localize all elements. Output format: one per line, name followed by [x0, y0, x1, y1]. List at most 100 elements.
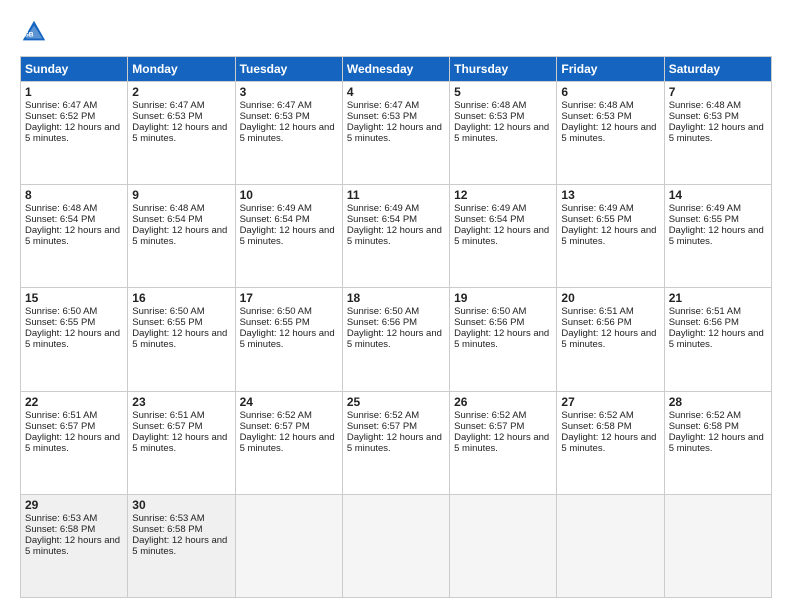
- sunset: Sunset: 6:57 PM: [25, 421, 95, 432]
- day-number: 26: [454, 395, 552, 409]
- calendar-cell: 2Sunrise: 6:47 AMSunset: 6:53 PMDaylight…: [128, 82, 235, 185]
- sunrise: Sunrise: 6:47 AM: [347, 100, 419, 111]
- day-number: 9: [132, 188, 230, 202]
- daylight: Daylight: 12 hours and 5 minutes.: [669, 122, 764, 144]
- calendar-cell: [557, 494, 664, 597]
- daylight: Daylight: 12 hours and 5 minutes.: [240, 122, 335, 144]
- daylight: Daylight: 12 hours and 5 minutes.: [454, 225, 549, 247]
- sunset: Sunset: 6:56 PM: [347, 317, 417, 328]
- sunset: Sunset: 6:52 PM: [25, 111, 95, 122]
- calendar-week-3: 15Sunrise: 6:50 AMSunset: 6:55 PMDayligh…: [21, 288, 772, 391]
- day-number: 1: [25, 85, 123, 99]
- calendar-cell: 1Sunrise: 6:47 AMSunset: 6:52 PMDaylight…: [21, 82, 128, 185]
- calendar-cell: 27Sunrise: 6:52 AMSunset: 6:58 PMDayligh…: [557, 391, 664, 494]
- sunrise: Sunrise: 6:47 AM: [240, 100, 312, 111]
- daylight: Daylight: 12 hours and 5 minutes.: [132, 122, 227, 144]
- calendar-week-5: 29Sunrise: 6:53 AMSunset: 6:58 PMDayligh…: [21, 494, 772, 597]
- daylight: Daylight: 12 hours and 5 minutes.: [669, 225, 764, 247]
- calendar-cell: 19Sunrise: 6:50 AMSunset: 6:56 PMDayligh…: [450, 288, 557, 391]
- sunset: Sunset: 6:54 PM: [25, 214, 95, 225]
- day-number: 22: [25, 395, 123, 409]
- calendar-cell: 28Sunrise: 6:52 AMSunset: 6:58 PMDayligh…: [664, 391, 771, 494]
- day-header-sunday: Sunday: [21, 57, 128, 82]
- day-number: 19: [454, 291, 552, 305]
- sunset: Sunset: 6:55 PM: [25, 317, 95, 328]
- daylight: Daylight: 12 hours and 5 minutes.: [347, 328, 442, 350]
- sunset: Sunset: 6:53 PM: [454, 111, 524, 122]
- sunset: Sunset: 6:55 PM: [561, 214, 631, 225]
- day-number: 5: [454, 85, 552, 99]
- day-number: 14: [669, 188, 767, 202]
- daylight: Daylight: 12 hours and 5 minutes.: [669, 328, 764, 350]
- sunset: Sunset: 6:56 PM: [669, 317, 739, 328]
- sunset: Sunset: 6:54 PM: [240, 214, 310, 225]
- sunrise: Sunrise: 6:48 AM: [561, 100, 633, 111]
- day-number: 30: [132, 498, 230, 512]
- calendar-cell: 25Sunrise: 6:52 AMSunset: 6:57 PMDayligh…: [342, 391, 449, 494]
- sunset: Sunset: 6:54 PM: [454, 214, 524, 225]
- day-number: 20: [561, 291, 659, 305]
- daylight: Daylight: 12 hours and 5 minutes.: [240, 432, 335, 454]
- day-number: 13: [561, 188, 659, 202]
- calendar-page: GB SundayMondayTuesdayWednesdayThursdayF…: [0, 0, 792, 612]
- calendar-cell: 16Sunrise: 6:50 AMSunset: 6:55 PMDayligh…: [128, 288, 235, 391]
- daylight: Daylight: 12 hours and 5 minutes.: [454, 328, 549, 350]
- sunrise: Sunrise: 6:52 AM: [347, 410, 419, 421]
- calendar-cell: 6Sunrise: 6:48 AMSunset: 6:53 PMDaylight…: [557, 82, 664, 185]
- sunrise: Sunrise: 6:49 AM: [454, 203, 526, 214]
- sunset: Sunset: 6:53 PM: [669, 111, 739, 122]
- sunrise: Sunrise: 6:50 AM: [25, 306, 97, 317]
- day-number: 8: [25, 188, 123, 202]
- sunrise: Sunrise: 6:49 AM: [347, 203, 419, 214]
- sunrise: Sunrise: 6:48 AM: [669, 100, 741, 111]
- sunset: Sunset: 6:58 PM: [132, 524, 202, 535]
- sunrise: Sunrise: 6:52 AM: [454, 410, 526, 421]
- sunrise: Sunrise: 6:51 AM: [132, 410, 204, 421]
- day-number: 24: [240, 395, 338, 409]
- svg-text:GB: GB: [24, 32, 34, 39]
- sunset: Sunset: 6:55 PM: [669, 214, 739, 225]
- daylight: Daylight: 12 hours and 5 minutes.: [347, 432, 442, 454]
- sunset: Sunset: 6:53 PM: [240, 111, 310, 122]
- daylight: Daylight: 12 hours and 5 minutes.: [561, 328, 656, 350]
- calendar-cell: 3Sunrise: 6:47 AMSunset: 6:53 PMDaylight…: [235, 82, 342, 185]
- daylight: Daylight: 12 hours and 5 minutes.: [561, 432, 656, 454]
- calendar-cell: 10Sunrise: 6:49 AMSunset: 6:54 PMDayligh…: [235, 185, 342, 288]
- sunrise: Sunrise: 6:49 AM: [669, 203, 741, 214]
- calendar-cell: [342, 494, 449, 597]
- day-number: 12: [454, 188, 552, 202]
- sunrise: Sunrise: 6:49 AM: [240, 203, 312, 214]
- sunrise: Sunrise: 6:49 AM: [561, 203, 633, 214]
- sunrise: Sunrise: 6:52 AM: [240, 410, 312, 421]
- daylight: Daylight: 12 hours and 5 minutes.: [347, 225, 442, 247]
- daylight: Daylight: 12 hours and 5 minutes.: [454, 122, 549, 144]
- daylight: Daylight: 12 hours and 5 minutes.: [25, 328, 120, 350]
- sunset: Sunset: 6:54 PM: [347, 214, 417, 225]
- daylight: Daylight: 12 hours and 5 minutes.: [25, 535, 120, 557]
- daylight: Daylight: 12 hours and 5 minutes.: [347, 122, 442, 144]
- sunset: Sunset: 6:56 PM: [561, 317, 631, 328]
- logo-icon: GB: [20, 18, 48, 46]
- sunset: Sunset: 6:55 PM: [240, 317, 310, 328]
- day-header-thursday: Thursday: [450, 57, 557, 82]
- calendar-week-2: 8Sunrise: 6:48 AMSunset: 6:54 PMDaylight…: [21, 185, 772, 288]
- daylight: Daylight: 12 hours and 5 minutes.: [132, 328, 227, 350]
- day-number: 29: [25, 498, 123, 512]
- calendar-cell: 5Sunrise: 6:48 AMSunset: 6:53 PMDaylight…: [450, 82, 557, 185]
- sunset: Sunset: 6:58 PM: [669, 421, 739, 432]
- daylight: Daylight: 12 hours and 5 minutes.: [25, 225, 120, 247]
- day-number: 21: [669, 291, 767, 305]
- sunrise: Sunrise: 6:48 AM: [454, 100, 526, 111]
- calendar-cell: 9Sunrise: 6:48 AMSunset: 6:54 PMDaylight…: [128, 185, 235, 288]
- calendar-table: SundayMondayTuesdayWednesdayThursdayFrid…: [20, 56, 772, 598]
- sunset: Sunset: 6:53 PM: [132, 111, 202, 122]
- calendar-cell: 20Sunrise: 6:51 AMSunset: 6:56 PMDayligh…: [557, 288, 664, 391]
- daylight: Daylight: 12 hours and 5 minutes.: [240, 225, 335, 247]
- calendar-cell: 29Sunrise: 6:53 AMSunset: 6:58 PMDayligh…: [21, 494, 128, 597]
- sunrise: Sunrise: 6:48 AM: [25, 203, 97, 214]
- day-number: 16: [132, 291, 230, 305]
- calendar-cell: [450, 494, 557, 597]
- calendar-cell: 12Sunrise: 6:49 AMSunset: 6:54 PMDayligh…: [450, 185, 557, 288]
- sunrise: Sunrise: 6:50 AM: [347, 306, 419, 317]
- sunset: Sunset: 6:57 PM: [240, 421, 310, 432]
